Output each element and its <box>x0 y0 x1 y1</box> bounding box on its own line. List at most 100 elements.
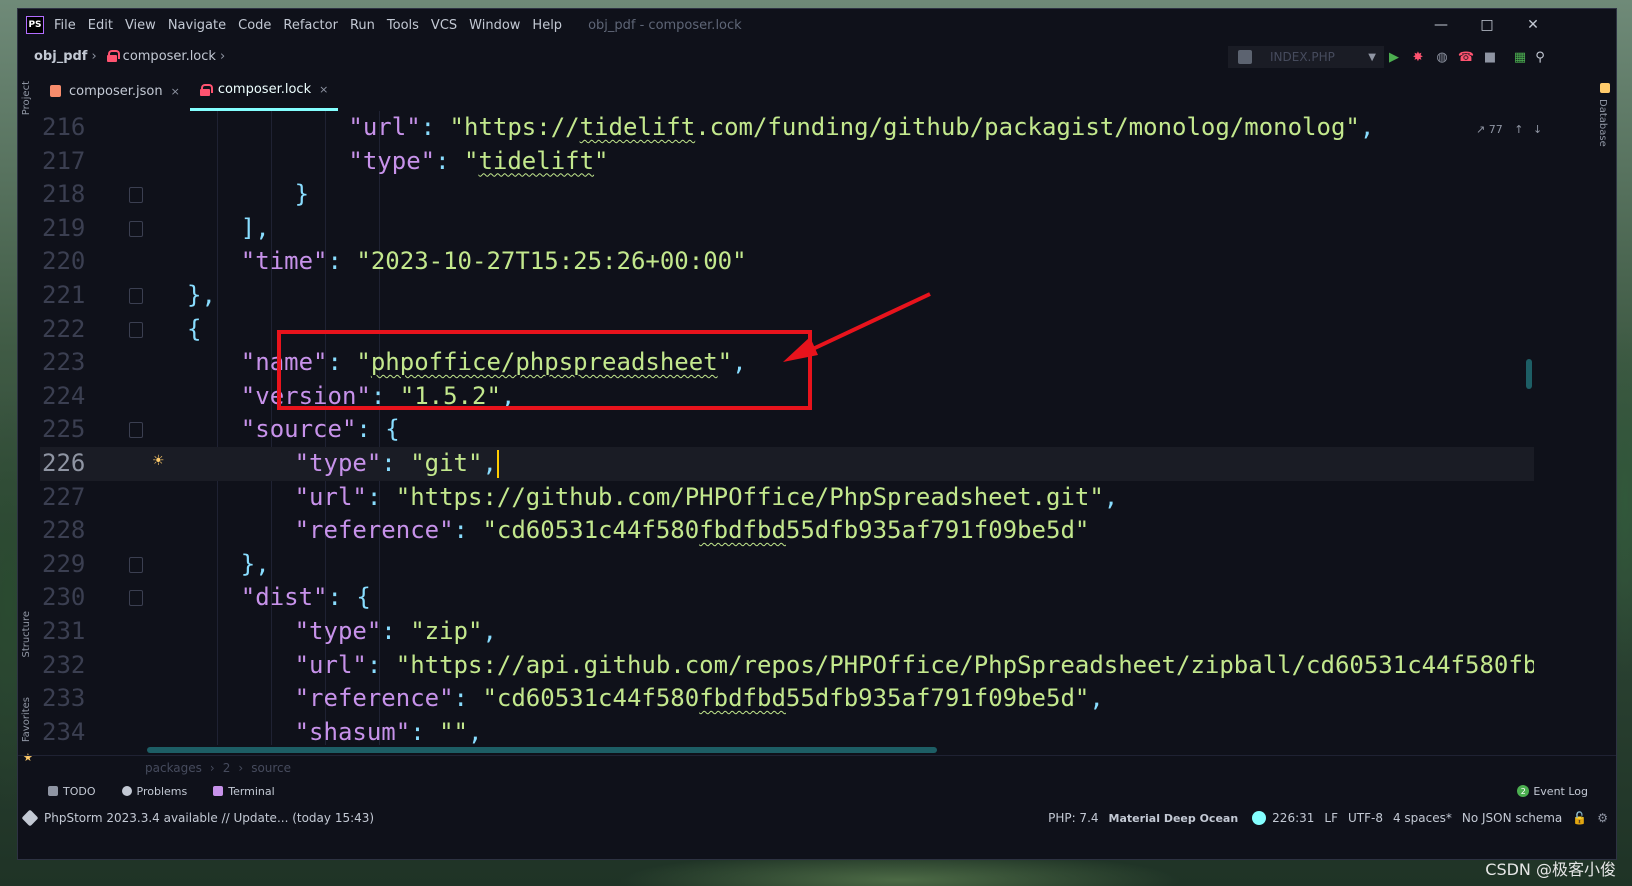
title-bar: PS File Edit View Navigate Code Refactor… <box>18 9 1616 41</box>
debug-icon[interactable]: ✸ <box>1408 47 1428 67</box>
menu-run[interactable]: Run <box>350 18 375 33</box>
file-encoding[interactable]: UTF-8 <box>1348 811 1383 825</box>
horizontal-scrollbar[interactable] <box>147 747 937 753</box>
crumb-source[interactable]: source <box>251 761 291 775</box>
code-text: "time": "2023-10-27T15:25:26+00:00" <box>240 247 747 276</box>
fold-marker-icon[interactable] <box>129 187 143 204</box>
code-text: "shasum": "", <box>294 717 483 745</box>
code-line[interactable]: 227 "url": "https://github.com/PHPOffice/… <box>40 481 1534 515</box>
fold-marker-icon[interactable] <box>129 590 143 607</box>
tab-composer-lock[interactable]: composer.lock × <box>189 71 339 111</box>
listen-debug-icon[interactable]: ☎ <box>1456 47 1476 67</box>
menu-help[interactable]: Help <box>532 18 562 33</box>
left-tool-strip: Project Structure Favorites ★ <box>18 71 40 831</box>
terminal-run-icon[interactable]: ▦ <box>1510 47 1530 67</box>
line-number: 218 <box>42 180 86 209</box>
json-breadcrumb: packages › 2 › source <box>18 755 1616 779</box>
run-configuration-select[interactable]: INDEX.PHP ▼ <box>1228 46 1384 68</box>
line-number: 229 <box>42 549 86 578</box>
run-icon[interactable]: ▶ <box>1384 47 1404 67</box>
code-line[interactable]: 226 "type": "git", <box>40 447 1534 481</box>
menu-vcs[interactable]: VCS <box>431 18 457 33</box>
menu-tools[interactable]: Tools <box>387 18 419 33</box>
chevron-right-icon: › <box>219 48 226 64</box>
menu-window[interactable]: Window <box>469 18 520 33</box>
code-text: }, <box>240 549 270 578</box>
code-editor[interactable]: 216 "url": "https://tidelift.com/funding/… <box>40 111 1534 745</box>
readonly-lock-icon[interactable]: 🔓 <box>1572 811 1587 825</box>
terminal-tool-button[interactable]: Terminal <box>213 785 275 798</box>
lightbulb-icon[interactable]: ☀ <box>152 453 165 469</box>
phpstorm-logo-icon: PS <box>26 16 44 34</box>
favorites-tool-button[interactable]: Favorites <box>21 697 32 742</box>
close-window-button[interactable]: ✕ <box>1510 9 1556 41</box>
caret-position[interactable]: 226:31 <box>1272 811 1314 825</box>
php-version[interactable]: PHP: 7.4 <box>1048 811 1098 825</box>
code-line[interactable]: 228 "reference": "cd60531c44f580fbdfbd55d… <box>40 514 1534 548</box>
event-log-button[interactable]: 2 Event Log <box>1517 779 1588 803</box>
code-line[interactable]: 217 "type": "tidelift" <box>40 145 1534 179</box>
problems-tool-button[interactable]: Problems <box>121 784 188 798</box>
code-line[interactable]: 225 "source": { <box>40 413 1534 447</box>
project-tool-button[interactable]: Project <box>21 81 32 115</box>
terminal-icon <box>213 786 224 796</box>
todo-tool-button[interactable]: TODO <box>48 785 96 798</box>
close-icon[interactable]: × <box>171 85 180 98</box>
fold-marker-icon[interactable] <box>129 422 143 439</box>
menu-edit[interactable]: Edit <box>88 18 113 33</box>
theme-name[interactable]: Material Deep Ocean <box>1109 812 1239 825</box>
lock-file-icon <box>199 83 213 96</box>
code-text: "type": "tidelift" <box>348 146 609 175</box>
fold-marker-icon[interactable] <box>129 288 143 304</box>
fold-marker-icon[interactable] <box>129 220 143 237</box>
menu-navigate[interactable]: Navigate <box>168 18 226 33</box>
code-line[interactable]: 231 "type": "zip", <box>40 615 1534 649</box>
code-line[interactable]: 230 "dist": { <box>40 581 1534 615</box>
menu-view[interactable]: View <box>125 18 156 33</box>
code-line[interactable]: 233 "reference": "cd60531c44f580fbdfbd55d… <box>40 682 1534 716</box>
stop-icon[interactable]: ■ <box>1480 47 1500 67</box>
tab-label: composer.lock <box>217 82 312 97</box>
window-title: obj_pdf - composer.lock <box>588 17 742 33</box>
fold-marker-icon[interactable] <box>129 556 143 573</box>
code-line[interactable]: 218} <box>40 178 1534 212</box>
code-line[interactable]: 232 "url": "https://api.github.com/repos/… <box>40 649 1534 683</box>
menu-refactor[interactable]: Refactor <box>283 18 338 33</box>
tab-composer-json[interactable]: composer.json × <box>40 71 190 111</box>
breadcrumb-file[interactable]: composer.lock <box>123 49 216 64</box>
code-line[interactable]: 229}, <box>40 548 1534 582</box>
vertical-scrollbar[interactable] <box>1526 359 1532 389</box>
inspection-widget[interactable]: ↗ 77 ↑ ↓ <box>1476 123 1542 136</box>
menu-code[interactable]: Code <box>238 18 271 33</box>
indent-setting[interactable]: 4 spaces* <box>1393 811 1452 825</box>
menu-file[interactable]: File <box>54 18 76 33</box>
line-number: 216 <box>42 113 86 141</box>
code-line[interactable]: 216 "url": "https://tidelift.com/funding/… <box>40 111 1534 145</box>
crumb-index[interactable]: 2 <box>223 761 231 775</box>
arrow-up-icon[interactable]: ↑ <box>1514 123 1523 136</box>
problems-label: Problems <box>136 784 188 798</box>
search-icon[interactable]: ⚲ <box>1530 47 1550 67</box>
problems-icon <box>121 786 132 796</box>
fold-marker-icon[interactable] <box>129 321 143 338</box>
status-message[interactable]: PhpStorm 2023.3.4 available // Update...… <box>44 811 374 825</box>
crumb-packages[interactable]: packages <box>145 761 202 775</box>
line-separator[interactable]: LF <box>1324 811 1338 825</box>
maximize-button[interactable]: □ <box>1464 9 1510 41</box>
close-icon[interactable]: × <box>319 83 328 96</box>
structure-tool-button[interactable]: Structure <box>21 611 32 658</box>
code-line[interactable]: 220 "time": "2023-10-27T15:25:26+00:00" <box>40 245 1534 279</box>
database-tool-button[interactable]: Database <box>1597 99 1608 147</box>
code-line[interactable]: 219], <box>40 212 1534 246</box>
code-line[interactable]: 234 "shasum": "", <box>40 716 1534 745</box>
memory-icon[interactable]: ⚙ <box>1597 811 1608 825</box>
json-schema[interactable]: No JSON schema <box>1462 811 1562 825</box>
line-number: 233 <box>42 684 86 713</box>
code-line[interactable]: 221}, <box>40 279 1534 313</box>
coverage-icon[interactable]: ◍ <box>1432 47 1452 67</box>
code-text: ], <box>240 213 270 242</box>
breadcrumb-project[interactable]: obj_pdf <box>34 49 87 64</box>
arrow-down-icon[interactable]: ↓ <box>1533 123 1542 136</box>
line-number: 225 <box>42 415 86 444</box>
minimize-button[interactable]: — <box>1418 9 1464 41</box>
